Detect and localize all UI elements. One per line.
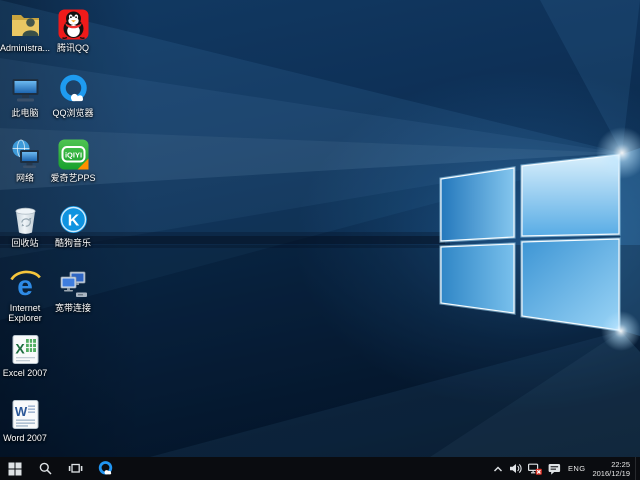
desktop-icon-label: 爱奇艺PPS xyxy=(50,173,95,183)
desktop-icon-recycle-bin[interactable]: 回收站 xyxy=(1,199,49,264)
internet-explorer-icon: e xyxy=(9,268,42,301)
desktop-icon-label: QQ浏览器 xyxy=(52,108,93,118)
desktop-icon-excel-2007[interactable]: X Excel 2007 xyxy=(1,329,49,394)
network-status-button[interactable] xyxy=(525,457,545,480)
desktop-icon-this-pc[interactable]: 此电脑 xyxy=(1,69,49,134)
desktop-icon-column-2: 腾讯QQ QQ浏览器 xyxy=(49,4,97,329)
task-view-button[interactable] xyxy=(60,457,90,480)
network-disconnected-icon xyxy=(528,463,542,475)
desktop-icon-label: Internet Explorer xyxy=(1,303,49,323)
start-button[interactable] xyxy=(0,457,30,480)
taskbar: ENG 22:25 2016/12/19 xyxy=(0,457,640,480)
desktop-icon-label: 此电脑 xyxy=(11,108,38,118)
clock-time: 22:25 xyxy=(592,460,630,469)
qq-browser-icon xyxy=(57,73,90,106)
network-icon xyxy=(9,138,42,171)
desktop-icon-label: 宽带连接 xyxy=(55,303,91,313)
desktop-icon-word-2007[interactable]: W Word 2007 xyxy=(1,394,49,457)
svg-text:W: W xyxy=(14,404,27,419)
ime-message-button[interactable] xyxy=(545,457,564,480)
speaker-icon xyxy=(509,463,522,474)
desktop-icon-label: 酷狗音乐 xyxy=(55,238,91,248)
svg-text:X: X xyxy=(15,341,25,357)
system-tray: ENG 22:25 2016/12/19 xyxy=(490,457,640,480)
tray-overflow-button[interactable] xyxy=(490,457,506,480)
desktop-icon-network[interactable]: 网络 xyxy=(1,134,49,199)
windows-logo-icon xyxy=(8,462,22,476)
desktop-icon-internet-explorer[interactable]: e Internet Explorer xyxy=(1,264,49,329)
broadband-connection-icon xyxy=(57,268,90,301)
language-indicator[interactable]: ENG xyxy=(564,457,589,480)
desktop-icon-tencent-qq[interactable]: 腾讯QQ xyxy=(49,4,97,69)
windows-10-desktop-screen: Administra... 此电脑 xyxy=(0,0,640,480)
administrator-folder-icon xyxy=(9,8,42,41)
desktop-icon-kugou-music[interactable]: K 酷狗音乐 xyxy=(49,199,97,264)
desktop-icon-column-1: Administra... 此电脑 xyxy=(1,4,49,457)
desktop-icon-iqiyi-pps[interactable]: iQIYI 爱奇艺PPS xyxy=(49,134,97,199)
svg-text:e: e xyxy=(17,270,33,301)
show-desktop-button[interactable] xyxy=(635,457,640,480)
clock-date: 2016/12/19 xyxy=(592,469,630,478)
desktop-icon-label: Excel 2007 xyxy=(3,368,48,378)
desktop-icon-qq-browser[interactable]: QQ浏览器 xyxy=(49,69,97,134)
desktop-icon-label: Word 2007 xyxy=(3,433,47,443)
taskbar-qq-browser-button[interactable] xyxy=(90,457,120,480)
desktop-surface[interactable]: Administra... 此电脑 xyxy=(0,0,640,457)
desktop-icon-label: Administra... xyxy=(0,43,50,53)
tencent-qq-icon xyxy=(57,8,90,41)
svg-text:iQIYI: iQIYI xyxy=(64,150,81,159)
desktop-icon-broadband-connection[interactable]: 宽带连接 xyxy=(49,264,97,329)
volume-button[interactable] xyxy=(506,457,525,480)
excel-2007-icon: X xyxy=(9,333,42,366)
taskbar-clock[interactable]: 22:25 2016/12/19 xyxy=(589,457,635,480)
search-icon xyxy=(39,462,52,475)
svg-text:K: K xyxy=(67,213,79,230)
qq-browser-icon xyxy=(97,460,114,477)
desktop-icon-label: 腾讯QQ xyxy=(57,43,89,53)
iqiyi-pps-icon: iQIYI xyxy=(57,138,90,171)
recycle-bin-icon xyxy=(9,203,42,236)
this-pc-icon xyxy=(9,73,42,106)
message-bubble-icon xyxy=(548,463,561,475)
desktop-icon-label: 回收站 xyxy=(11,238,38,248)
kugou-music-icon: K xyxy=(57,203,90,236)
search-button[interactable] xyxy=(30,457,60,480)
desktop-icon-label: 网络 xyxy=(16,173,34,183)
desktop-icon-administrator-folder[interactable]: Administra... xyxy=(1,4,49,69)
taskbar-left-group xyxy=(0,457,120,480)
task-view-icon xyxy=(68,462,83,475)
chevron-up-icon xyxy=(493,465,503,473)
word-2007-icon: W xyxy=(9,398,42,431)
